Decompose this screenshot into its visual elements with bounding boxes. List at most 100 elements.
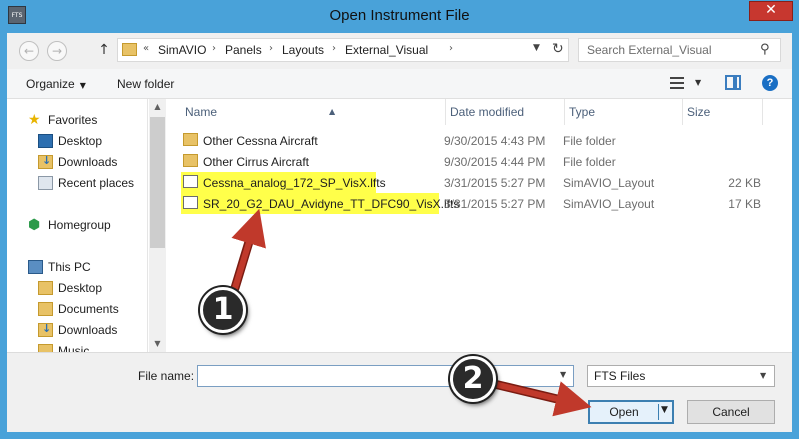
back-button[interactable]: ← xyxy=(19,41,39,61)
breadcrumb-separator[interactable]: › xyxy=(449,43,453,54)
file-icon xyxy=(183,196,198,209)
sidebar-item-label: Desktop xyxy=(58,281,103,295)
dialog-window: FTS Open Instrument File ✕ ← → ↑ « SimAV… xyxy=(0,0,799,439)
file-icon xyxy=(183,175,198,188)
file-type: SimAVIO_Layout xyxy=(563,176,655,190)
recent-places-icon xyxy=(38,176,53,190)
view-options-icon[interactable] xyxy=(670,77,684,89)
file-date: 3/31/2015 5:27 PM xyxy=(444,197,546,211)
up-button[interactable]: ↑ xyxy=(96,40,112,60)
file-name: SR_20_G2_DAU_Avidyne_TT_DFC90_VisX.lfts xyxy=(203,197,460,211)
dialog-footer: File name: ▼ FTS Files ▼ Open ▼ Cancel xyxy=(7,352,792,432)
chevron-down-icon: ▼ xyxy=(79,81,86,90)
window-title: Open Instrument File xyxy=(329,7,470,24)
address-bar[interactable]: « SimAVIO › Panels › Layouts › External_… xyxy=(117,38,569,62)
breadcrumb-overflow[interactable]: « xyxy=(143,43,149,54)
list-item-folder[interactable]: Other Cirrus Aircraft 9/30/2015 4:44 PM … xyxy=(181,151,781,172)
file-size: 17 KB xyxy=(728,197,761,211)
list-item-file[interactable]: SR_20_G2_DAU_Avidyne_TT_DFC90_VisX.lfts … xyxy=(181,193,781,214)
sidebar-item-label: Desktop xyxy=(58,134,103,148)
breadcrumb-separator[interactable]: › xyxy=(269,43,273,54)
breadcrumb-simavio[interactable]: SimAVIO xyxy=(158,43,206,57)
file-name-label: File name: xyxy=(138,369,195,383)
file-name-input[interactable] xyxy=(197,365,574,387)
list-item-folder[interactable]: Other Cessna Aircraft 9/30/2015 4:43 PM … xyxy=(181,130,781,151)
column-header-label: Name xyxy=(185,105,218,119)
open-dropdown-icon[interactable]: ▼ xyxy=(661,405,668,415)
this-pc-icon xyxy=(28,260,43,274)
breadcrumb-separator[interactable]: › xyxy=(332,43,336,54)
navigation-pane: ★ Favorites Desktop Downloads Recent pla… xyxy=(7,99,148,352)
file-name: Other Cirrus Aircraft xyxy=(203,155,310,169)
split-divider xyxy=(658,404,659,420)
breadcrumb-layouts[interactable]: Layouts xyxy=(282,43,324,57)
title-bar[interactable]: FTS Open Instrument File ✕ xyxy=(0,0,799,33)
close-button[interactable]: ✕ xyxy=(749,1,793,21)
scrollbar-thumb[interactable] xyxy=(150,117,165,248)
file-type: File folder xyxy=(563,155,616,169)
sidebar-item-label: Music xyxy=(58,344,90,352)
forward-button[interactable]: → xyxy=(47,41,67,61)
star-icon: ★ xyxy=(28,112,41,128)
sidebar-item-label: This PC xyxy=(48,260,91,274)
sidebar-item-label: Recent places xyxy=(58,176,135,190)
file-date: 3/31/2015 5:27 PM xyxy=(444,176,546,190)
help-icon[interactable]: ? xyxy=(762,75,778,91)
file-name: Other Cessna Aircraft xyxy=(203,134,318,148)
scroll-down-icon[interactable]: ▼ xyxy=(149,336,166,352)
address-dropdown-icon[interactable]: ▼ xyxy=(533,43,540,53)
file-name-dropdown-icon[interactable]: ▼ xyxy=(560,370,566,379)
open-button-label: Open xyxy=(609,405,639,419)
new-folder-button[interactable]: New folder xyxy=(117,77,174,91)
sidebar-item-label: Documents xyxy=(58,302,119,316)
preview-pane-icon[interactable] xyxy=(725,75,741,90)
search-icon[interactable]: ⚲ xyxy=(760,42,770,57)
desktop-icon xyxy=(38,134,53,148)
cancel-button[interactable]: Cancel xyxy=(687,400,775,424)
folder-icon xyxy=(183,154,198,167)
column-header-name[interactable]: Name ▲ xyxy=(181,99,446,125)
step-1-marker: 1 xyxy=(200,287,246,333)
column-header-size[interactable]: Size xyxy=(683,99,763,125)
breadcrumb-panels[interactable]: Panels xyxy=(225,43,262,57)
sidebar-item-label: Homegroup xyxy=(48,218,111,232)
downloads-icon xyxy=(38,322,53,337)
address-toolbar: ← → ↑ « SimAVIO › Panels › Layouts › Ext… xyxy=(7,33,792,69)
downloads-icon xyxy=(38,154,53,169)
list-item-file[interactable]: Cessna_analog_172_SP_VisX.lfts 3/31/2015… xyxy=(181,172,781,193)
homegroup-icon: ⬢ xyxy=(28,217,41,233)
file-list: Name ▲ Date modified Type Size Other Ces… xyxy=(167,99,792,352)
breadcrumb-separator[interactable]: › xyxy=(212,43,216,54)
file-name: Cessna_analog_172_SP_VisX.lfts xyxy=(203,176,386,190)
search-box[interactable]: ⚲ xyxy=(578,38,781,62)
navigation-scrollbar[interactable]: ▲ ▼ xyxy=(149,99,166,352)
music-icon xyxy=(38,344,53,352)
open-button[interactable]: Open ▼ xyxy=(588,400,674,424)
organize-menu[interactable]: Organize ▼ xyxy=(26,77,86,91)
column-header-type[interactable]: Type xyxy=(565,99,683,125)
scroll-up-icon[interactable]: ▲ xyxy=(149,99,166,115)
dialog-client: ← → ↑ « SimAVIO › Panels › Layouts › Ext… xyxy=(7,33,792,432)
sort-ascending-icon: ▲ xyxy=(329,107,336,116)
step-2-marker: 2 xyxy=(450,356,496,402)
file-type-value: FTS Files xyxy=(594,369,646,383)
command-toolbar: Organize ▼ New folder ▼ ? xyxy=(7,69,792,99)
breadcrumb-external-visual[interactable]: External_Visual xyxy=(345,43,428,57)
file-size: 22 KB xyxy=(728,176,761,190)
sidebar-item-label: Downloads xyxy=(58,323,118,337)
file-date: 9/30/2015 4:43 PM xyxy=(444,134,546,148)
refresh-icon[interactable]: ↻ xyxy=(552,41,564,57)
organize-label: Organize xyxy=(26,77,75,91)
desktop-icon xyxy=(38,281,53,295)
folder-icon xyxy=(183,133,198,146)
column-header-date[interactable]: Date modified xyxy=(446,99,565,125)
view-dropdown-icon[interactable]: ▼ xyxy=(695,78,701,87)
sidebar-item-label: Favorites xyxy=(48,113,98,127)
sidebar-item-label: Downloads xyxy=(58,155,118,169)
file-date: 9/30/2015 4:44 PM xyxy=(444,155,546,169)
chevron-down-icon: ▼ xyxy=(760,371,767,380)
file-type-select[interactable]: FTS Files ▼ xyxy=(587,365,775,387)
search-input[interactable] xyxy=(579,39,754,61)
documents-icon xyxy=(38,302,53,316)
file-type: File folder xyxy=(563,134,616,148)
